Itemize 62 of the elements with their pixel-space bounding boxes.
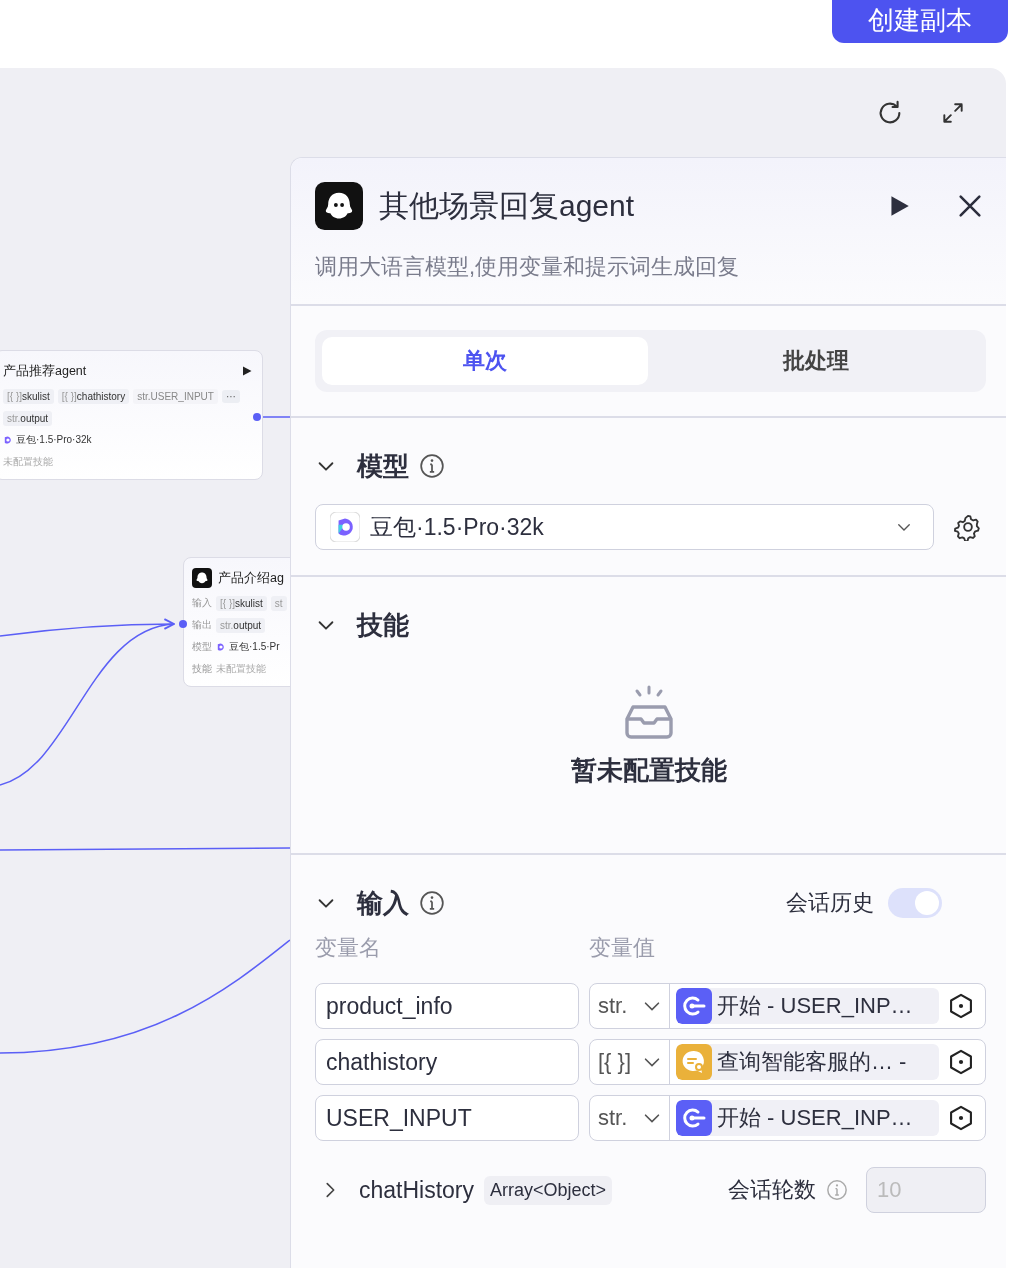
variable-name: chatHistory	[359, 1176, 475, 1204]
variable-reference[interactable]: 查询智能客服的… -	[676, 1044, 939, 1080]
close-icon[interactable]	[956, 192, 984, 220]
type-select[interactable]: str.	[590, 984, 670, 1028]
variable-name-field[interactable]: product_info	[315, 983, 579, 1029]
node-title: 产品推荐agent	[3, 362, 88, 380]
mode-tab[interactable]: 批处理	[653, 337, 979, 385]
port-dot[interactable]	[179, 620, 187, 628]
variable-icon[interactable]	[947, 992, 975, 1020]
ghost-avatar-icon	[315, 182, 363, 230]
node-title: 产品介绍ag	[218, 569, 285, 587]
section-title: 模型	[357, 449, 409, 483]
column-header: 变量值	[589, 934, 655, 962]
type-select[interactable]: [{ }]	[590, 1040, 670, 1084]
mode-tab[interactable]: 单次	[322, 337, 648, 385]
model-select[interactable]: 豆包·1.5·Pro·32k	[315, 504, 934, 550]
panel-title: 其他场景回复agent	[379, 187, 636, 224]
variable-icon[interactable]	[947, 1104, 975, 1132]
history-label: 会话历史	[786, 889, 874, 917]
history-toggle[interactable]	[888, 888, 942, 918]
variable-tag: st	[270, 595, 287, 611]
row-label: 技能	[192, 662, 212, 676]
variable-reference[interactable]: 开始 - USER_INP…	[676, 988, 939, 1024]
rounds-label: 会话轮数	[728, 1176, 816, 1204]
skills-text: 未配置技能	[216, 662, 266, 676]
ghost-avatar-icon	[192, 568, 212, 588]
column-header: 变量名	[315, 934, 382, 962]
row-label: 模型	[192, 640, 212, 654]
model-logo-icon	[330, 512, 360, 542]
create-copy-button[interactable]: 创建副本	[832, 0, 1008, 43]
skills-text: 未配置技能	[3, 455, 53, 469]
variable-tag: str.output	[3, 410, 53, 426]
empty-message: 暂未配置技能	[570, 754, 727, 787]
row-label: 输入	[192, 596, 212, 610]
variable-tag: [{ }]skulist	[3, 388, 54, 404]
variable-name-field[interactable]: chathistory	[315, 1039, 579, 1085]
section-title: 技能	[357, 608, 409, 642]
type-select[interactable]: str.	[590, 1096, 670, 1140]
node-card[interactable]: 产品推荐agent [{ }]skulist [{ }]chathistory str.USER_INPUT ··· str.output 豆包·1.5·Pro·32k 未配置技能	[0, 350, 263, 480]
info-icon[interactable]	[419, 453, 445, 479]
info-icon[interactable]	[419, 890, 445, 916]
model-name: 豆包·1.5·Pr	[229, 640, 280, 654]
variable-tag: str.USER_INPUT	[133, 388, 218, 404]
model-name: 豆包·1.5·Pro·32k	[16, 433, 92, 447]
node-card[interactable]: 产品介绍ag 输入 [{ }]skulist st 输出 str.output 模型 豆包·1.5·Pr 技能 未配置技能	[183, 557, 290, 687]
more-button[interactable]: ···	[221, 389, 240, 403]
variable-name-field[interactable]: USER_INPUT	[315, 1095, 579, 1141]
variable-icon[interactable]	[947, 1048, 975, 1076]
connector-line	[261, 416, 290, 418]
panel-description: 调用大语言模型,使用变量和提示词生成回复	[315, 253, 741, 281]
variable-tag: str.output	[216, 617, 266, 633]
play-icon[interactable]	[242, 366, 252, 376]
model-logo-icon	[216, 642, 225, 652]
row-label: 输出	[192, 618, 212, 632]
section-title: 输入	[357, 886, 409, 920]
variable-tag: [{ }]chathistory	[57, 388, 130, 404]
variable-tag: [{ }]skulist	[216, 595, 267, 611]
variable-reference[interactable]: 开始 - USER_INP…	[676, 1100, 939, 1136]
type-tag: Array<Object>	[484, 1175, 613, 1205]
port-dot[interactable]	[253, 413, 261, 421]
model-logo-icon	[3, 435, 12, 445]
settings-icon[interactable]	[954, 513, 982, 541]
